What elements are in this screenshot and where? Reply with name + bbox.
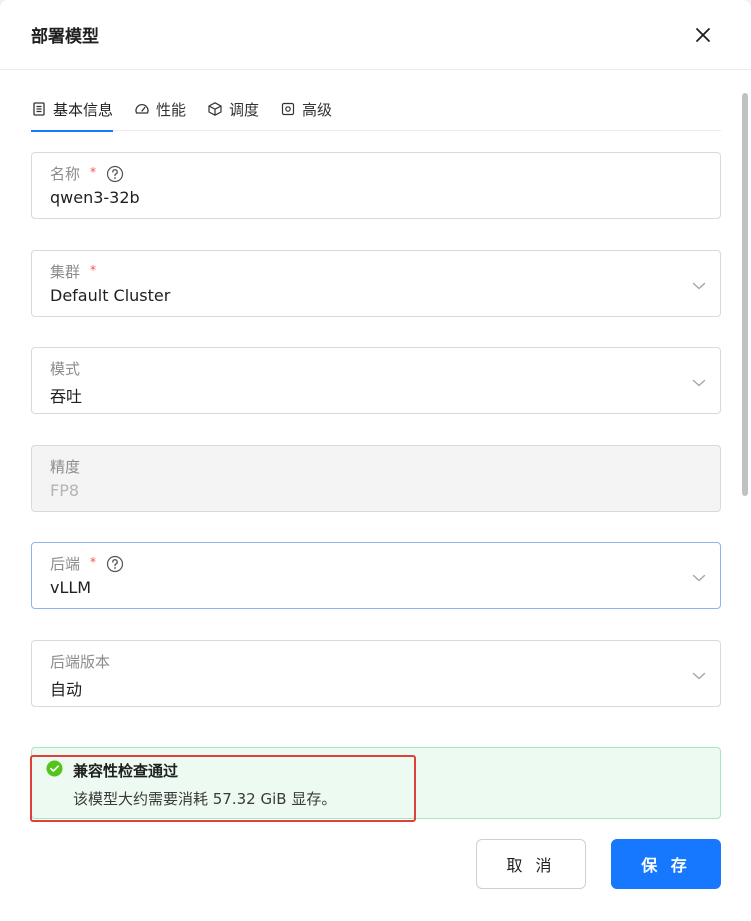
backend-value: vLLM: [50, 578, 92, 597]
scrollbar[interactable]: [742, 93, 748, 496]
chevron-down-icon: [692, 672, 706, 680]
tab-bar: 基本信息 性能 调度 高级: [31, 88, 721, 132]
cube-icon: [207, 101, 223, 117]
tab-performance[interactable]: 性能: [134, 88, 186, 131]
mode-label-text: 模式: [50, 360, 81, 378]
chevron-down-icon: [692, 282, 706, 290]
name-label: 名称 *: [50, 163, 124, 184]
deploy-model-dialog: 部署模型 基本信息 性能 调度 高级 名称 * qwen3-32b 集群 * D…: [0, 0, 751, 921]
chevron-down-icon: [692, 574, 706, 582]
alert-title: 兼容性检查通过: [73, 762, 179, 780]
backend-label-text: 后端: [50, 555, 81, 573]
tab-basic-info[interactable]: 基本信息: [31, 88, 114, 132]
tab-label: 调度: [229, 101, 260, 119]
settings-icon: [280, 101, 296, 117]
backend-version-value: 自动: [50, 680, 83, 699]
tab-advanced[interactable]: 高级: [280, 88, 332, 131]
dialog-title: 部署模型: [31, 27, 99, 47]
required-mark: *: [90, 164, 97, 179]
mode-select[interactable]: 模式 吞吐: [31, 347, 721, 414]
backend-version-label-text: 后端版本: [50, 653, 111, 671]
backend-select[interactable]: 后端 * vLLM: [31, 542, 721, 609]
cluster-label: 集群 *: [50, 261, 96, 282]
help-icon[interactable]: [106, 555, 124, 573]
mode-value: 吞吐: [50, 387, 83, 406]
save-button[interactable]: 保 存: [611, 839, 721, 889]
tab-scheduling[interactable]: 调度: [207, 88, 259, 131]
required-mark: *: [90, 554, 97, 569]
required-mark: *: [90, 262, 97, 277]
mode-label: 模式: [50, 358, 80, 379]
backend-label: 后端 *: [50, 553, 124, 574]
name-input[interactable]: qwen3-32b: [50, 188, 140, 207]
tab-label: 基本信息: [53, 101, 114, 119]
close-icon: [696, 28, 710, 42]
cluster-value: Default Cluster: [50, 286, 171, 305]
name-field[interactable]: 名称 * qwen3-32b: [31, 152, 721, 219]
compatibility-alert: 兼容性检查通过 该模型大约需要消耗 57.32 GiB 显存。: [31, 747, 721, 819]
chevron-down-icon: [692, 379, 706, 387]
precision-field: 精度 FP8: [31, 445, 721, 512]
alert-description: 该模型大约需要消耗 57.32 GiB 显存。: [73, 790, 337, 808]
tab-label: 高级: [302, 101, 333, 119]
cluster-label-text: 集群: [50, 263, 81, 281]
form-icon: [31, 101, 47, 117]
dialog-header: 部署模型: [0, 0, 751, 70]
cluster-select[interactable]: 集群 * Default Cluster: [31, 250, 721, 317]
help-icon[interactable]: [106, 165, 124, 183]
tab-label: 性能: [156, 101, 187, 119]
close-button[interactable]: [690, 22, 716, 48]
cancel-button[interactable]: 取 消: [476, 839, 586, 889]
check-circle-icon: [46, 760, 63, 777]
gauge-icon: [134, 101, 150, 117]
backend-version-label: 后端版本: [50, 651, 110, 672]
precision-label: 精度: [50, 456, 80, 477]
precision-value: FP8: [50, 481, 80, 500]
precision-label-text: 精度: [50, 458, 81, 476]
name-label-text: 名称: [50, 165, 81, 183]
backend-version-select[interactable]: 后端版本 自动: [31, 640, 721, 707]
